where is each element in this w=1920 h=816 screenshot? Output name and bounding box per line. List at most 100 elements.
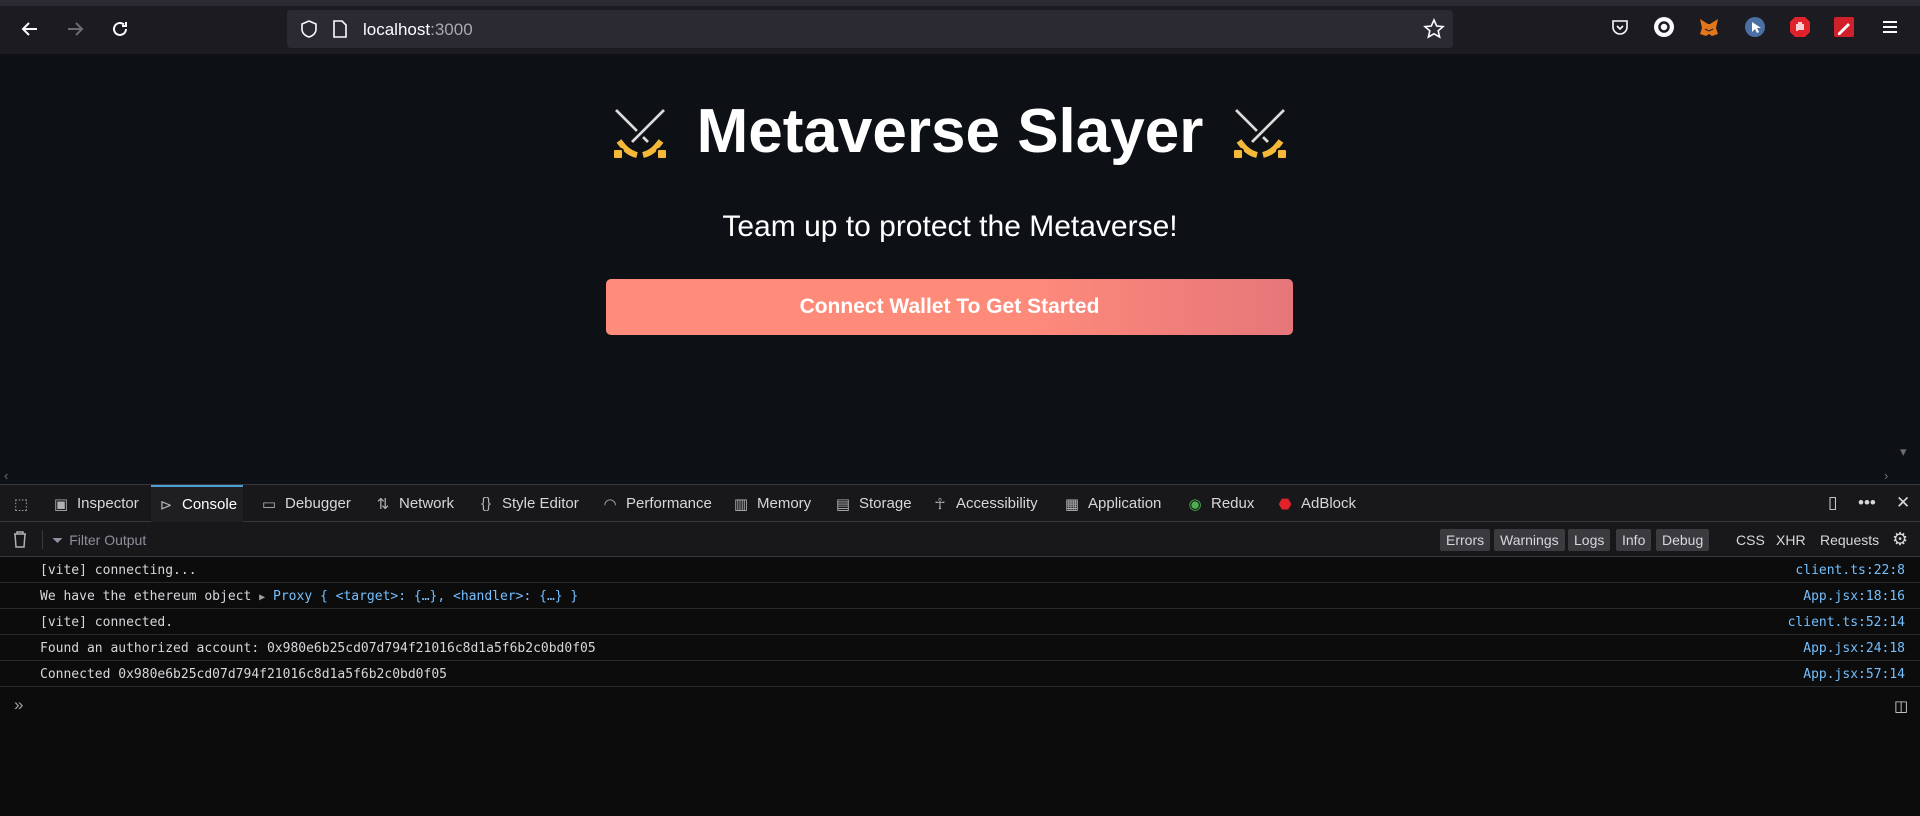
adblock-icon: ⬣: [1278, 495, 1292, 513]
expand-triangle-icon[interactable]: ▶: [259, 592, 265, 603]
tab-performance[interactable]: ◠ Performance: [595, 485, 718, 522]
accessibility-icon: ☥: [934, 495, 946, 513]
url-bar[interactable]: localhost:3000: [287, 10, 1453, 48]
arrow-left-icon: [21, 22, 37, 36]
responsive-design-icon[interactable]: ▯: [1828, 493, 1837, 513]
log-row: Found an authorized account: 0x980e6b25c…: [0, 635, 1920, 661]
log-message: We have the ethereum object ▶ Proxy { <t…: [40, 589, 578, 604]
chevron-left-icon[interactable]: ‹: [4, 468, 8, 483]
title-text: Metaverse Slayer: [696, 97, 1204, 166]
tab-console[interactable]: ⊳ Console: [151, 485, 244, 522]
page-title: Metaverse Slayer: [605, 96, 1296, 167]
gear-icon[interactable]: ⚙: [1892, 529, 1908, 550]
crossed-swords-icon: [1231, 104, 1290, 160]
log-source-link[interactable]: App.jsx:18:16: [1803, 589, 1905, 604]
log-message: Found an authorized account: 0x980e6b25c…: [40, 641, 596, 656]
filter-css-button[interactable]: CSS: [1736, 529, 1765, 551]
tab-application[interactable]: ▦ Application: [1057, 485, 1167, 522]
log-row: Connected 0x980e6b25cd07d794f21016c8d1a5…: [0, 661, 1920, 687]
pick-element-icon: ⬚: [13, 495, 29, 513]
menu-icon[interactable]: [1878, 15, 1902, 39]
trash-icon[interactable]: [12, 530, 28, 553]
application-icon: ▦: [1064, 495, 1080, 513]
memory-icon: ▥: [733, 495, 749, 513]
tab-label: Accessibility: [956, 495, 1038, 512]
connect-wallet-button[interactable]: Connect Wallet To Get Started: [606, 279, 1293, 335]
filter-output-input[interactable]: ⏷ Filter Output: [52, 530, 1102, 550]
cursor-extension-icon[interactable]: [1743, 15, 1767, 39]
arrow-right-icon: [68, 22, 84, 36]
filter-info-button[interactable]: Info: [1616, 529, 1652, 551]
filter-errors-button[interactable]: Errors: [1440, 529, 1491, 551]
filter-placeholder: Filter Output: [69, 532, 147, 548]
tab-label: Redux: [1211, 495, 1255, 512]
log-row: We have the ethereum object ▶ Proxy { <t…: [0, 583, 1920, 609]
inspector-icon: ▣: [53, 495, 69, 513]
tab-label: Network: [399, 495, 455, 512]
tab-redux[interactable]: ◉ Redux: [1180, 485, 1260, 522]
proxy-object[interactable]: Proxy { <target>: {…}, <handler>: {…} }: [273, 589, 578, 604]
console-prompt-icon[interactable]: »: [14, 695, 23, 715]
log-row: [vite] connected. client.ts:52:14: [0, 609, 1920, 635]
metamask-fox-icon[interactable]: [1697, 15, 1721, 39]
log-source-link[interactable]: App.jsx:24:18: [1803, 641, 1905, 656]
star-icon[interactable]: [1423, 18, 1445, 45]
pen-extension-icon[interactable]: [1832, 15, 1856, 39]
close-icon[interactable]: ✕: [1896, 493, 1910, 513]
tab-label: Inspector: [77, 495, 139, 512]
chevron-right-icon[interactable]: ›: [1884, 468, 1888, 483]
filter-xhr-button[interactable]: XHR: [1776, 529, 1806, 551]
tab-label: Application: [1088, 495, 1162, 512]
page-subtitle: Team up to protect the Metaverse!: [722, 210, 1178, 243]
log-message: Connected 0x980e6b25cd07d794f21016c8d1a5…: [40, 667, 447, 682]
redux-icon: ◉: [1188, 495, 1202, 513]
reload-icon: [113, 21, 127, 36]
adblock-hand-icon[interactable]: [1788, 15, 1812, 39]
tab-network[interactable]: ⇅ Network: [368, 485, 460, 522]
shield-icon[interactable]: [299, 19, 319, 44]
split-console-icon[interactable]: ◫: [1894, 697, 1908, 715]
tab-label: AdBlock: [1301, 495, 1357, 512]
tab-adblock[interactable]: ⬣ AdBlock: [1270, 485, 1362, 522]
log-source-link[interactable]: client.ts:22:8: [1795, 563, 1905, 578]
pick-element-button[interactable]: ⬚: [6, 485, 36, 522]
tab-accessibility[interactable]: ☥ Accessibility: [925, 485, 1044, 522]
pocket-icon[interactable]: [1608, 15, 1632, 39]
console-filter-bar: ⏷ Filter Output Errors Warnings Logs Inf…: [0, 522, 1920, 557]
filter-logs-button[interactable]: Logs: [1568, 529, 1611, 551]
divider: [42, 530, 43, 549]
filter-icon: ⏷: [52, 531, 64, 548]
tab-style-editor[interactable]: {} Style Editor: [471, 485, 585, 522]
debugger-icon: ▭: [261, 495, 277, 513]
back-button[interactable]: [14, 13, 46, 45]
log-source-link[interactable]: App.jsx:57:14: [1803, 667, 1905, 682]
extension-o-icon[interactable]: [1652, 15, 1676, 39]
url-text: localhost:3000: [363, 20, 473, 39]
reload-button[interactable]: [104, 13, 136, 45]
tab-memory[interactable]: ▥ Memory: [726, 485, 817, 522]
more-options-icon[interactable]: •••: [1858, 493, 1876, 513]
title-row: Metaverse Slayer: [0, 96, 1900, 172]
chevron-down-icon[interactable]: ▾: [1900, 444, 1907, 460]
tab-label: Console: [182, 496, 238, 513]
log-text: We have the ethereum object: [40, 589, 260, 604]
filter-debug-button[interactable]: Debug: [1656, 529, 1710, 551]
tab-storage[interactable]: ▤ Storage: [828, 485, 918, 522]
filter-requests-button[interactable]: Requests: [1820, 529, 1879, 551]
tab-debugger[interactable]: ▭ Debugger: [254, 485, 357, 522]
console-icon: ⊳: [159, 496, 173, 514]
style-editor-icon: {}: [480, 495, 492, 512]
console-log-list: [vite] connecting... client.ts:22:8 We h…: [0, 557, 1920, 687]
tab-label: Memory: [757, 495, 812, 512]
network-icon: ⇅: [376, 495, 390, 513]
crossed-swords-icon: [610, 104, 669, 160]
tab-strip: [0, 0, 1920, 6]
filter-warnings-button[interactable]: Warnings: [1494, 529, 1565, 551]
browser-toolbar: localhost:3000: [0, 0, 1920, 54]
tab-label: Debugger: [285, 495, 351, 512]
log-source-link[interactable]: client.ts:52:14: [1788, 615, 1905, 630]
forward-button[interactable]: [59, 13, 91, 45]
tab-inspector[interactable]: ▣ Inspector: [46, 485, 145, 522]
storage-icon: ▤: [835, 495, 851, 513]
page-icon[interactable]: [331, 19, 349, 44]
